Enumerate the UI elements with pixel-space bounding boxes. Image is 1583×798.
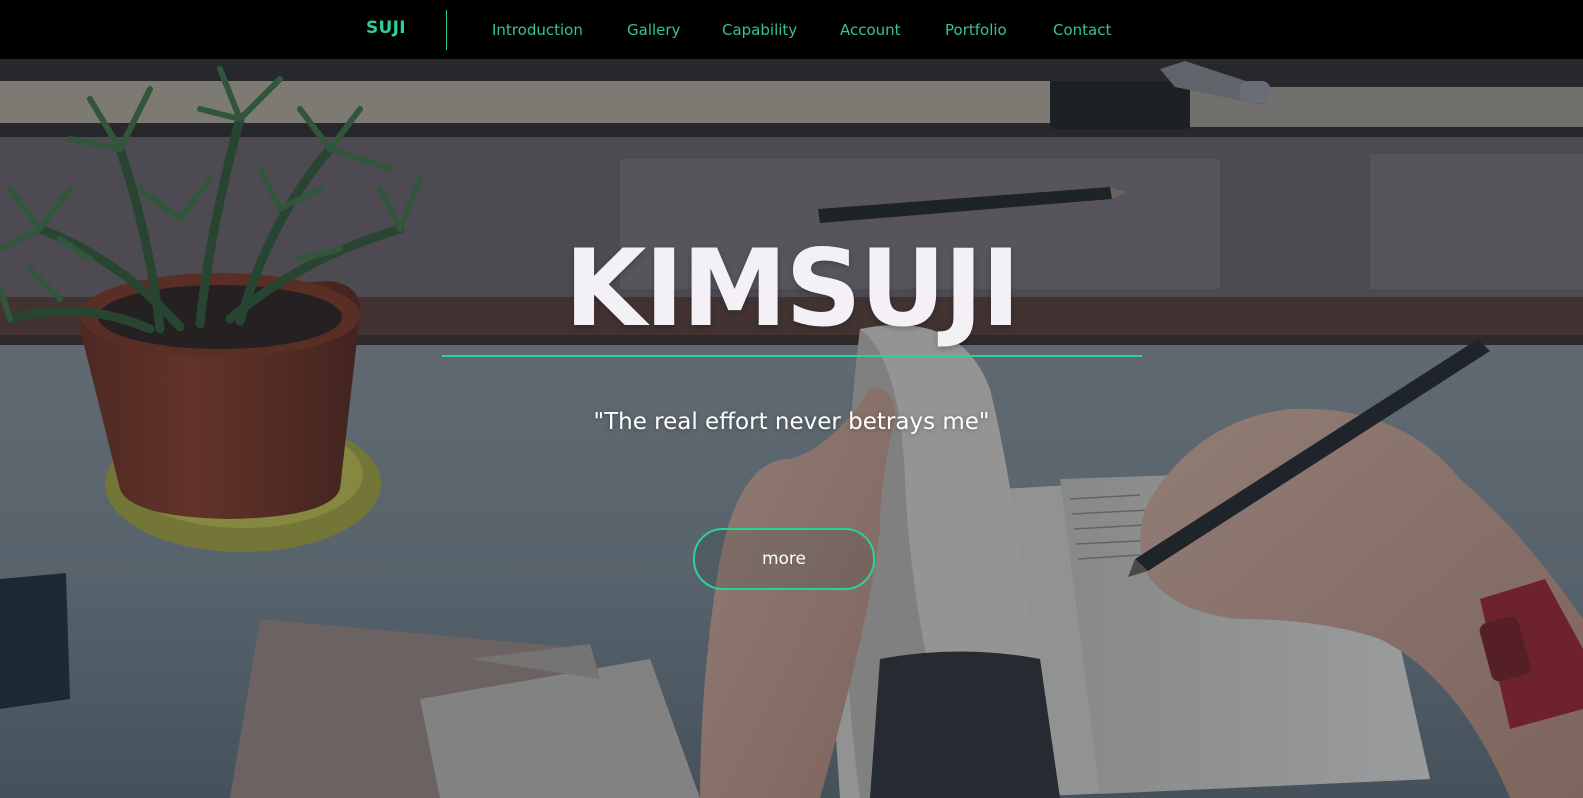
nav-item-contact[interactable]: Contact	[1053, 21, 1111, 39]
top-navbar: SUJI Introduction Gallery Capability Acc…	[0, 0, 1583, 59]
more-button[interactable]: more	[693, 528, 875, 590]
hero-section: KIMSUJI "The real effort never betrays m…	[0, 59, 1583, 798]
brand-divider	[446, 10, 447, 50]
hero-title: KIMSUJI	[564, 227, 1020, 350]
nav-item-capability[interactable]: Capability	[722, 21, 797, 39]
nav-item-gallery[interactable]: Gallery	[627, 21, 680, 39]
nav-item-account[interactable]: Account	[840, 21, 901, 39]
nav-item-introduction[interactable]: Introduction	[492, 21, 583, 39]
hero-quote: "The real effort never betrays me"	[593, 409, 990, 435]
page: SUJI Introduction Gallery Capability Acc…	[0, 0, 1583, 798]
hero-title-underline	[442, 355, 1142, 357]
brand-logo-link[interactable]: SUJI	[366, 18, 406, 38]
nav-item-portfolio[interactable]: Portfolio	[945, 21, 1007, 39]
